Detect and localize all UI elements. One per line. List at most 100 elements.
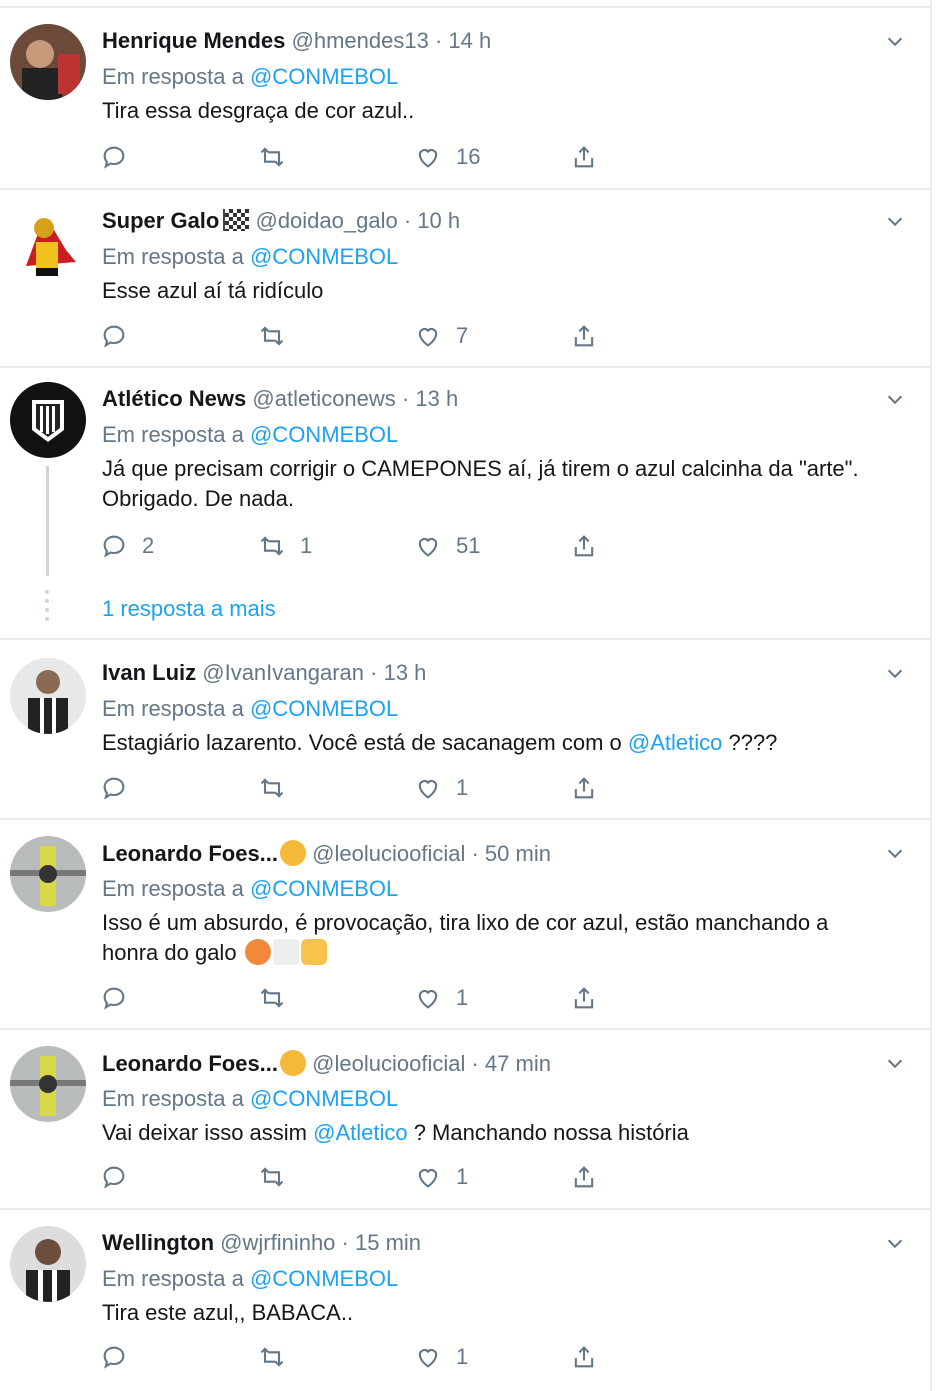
display-name[interactable]: Atlético News [102, 386, 246, 411]
share-button[interactable] [570, 321, 598, 351]
reply-mention-link[interactable]: @CONMEBOL [250, 64, 398, 89]
like-button[interactable]: 1 [414, 1162, 468, 1192]
share-button[interactable] [570, 983, 598, 1013]
reply-button[interactable] [100, 142, 142, 172]
reply-context: Em resposta a @CONMEBOL [102, 1086, 398, 1112]
display-name[interactable]: Super Galo [102, 208, 219, 233]
display-name[interactable]: Ivan Luiz [102, 660, 196, 685]
like-button[interactable]: 51 [414, 531, 480, 561]
tweet[interactable]: Wellington @wjrfininho · 15 min Em respo… [0, 1210, 930, 1391]
retweet-button[interactable] [258, 983, 300, 1013]
mention-link[interactable]: @Atletico [628, 730, 722, 755]
tweet[interactable]: Leonardo Foes... @leoluciooficial · 50 m… [0, 820, 930, 1030]
reply-mention-link[interactable]: @CONMEBOL [250, 244, 398, 269]
user-handle[interactable]: @doidao_galo [255, 208, 397, 233]
tweet-text-segment: ???? [722, 730, 778, 755]
reply-mention-link[interactable]: @CONMEBOL [250, 422, 398, 447]
retweet-icon [258, 984, 286, 1012]
tweet-text: Isso é um absurdo, é provocação, tira li… [102, 908, 907, 968]
retweet-icon [258, 1343, 286, 1371]
timestamp[interactable]: · 47 min [471, 1051, 550, 1076]
display-name[interactable]: Leonardo Foes... [102, 841, 278, 866]
share-button[interactable] [570, 773, 598, 803]
tweet-actions: 1 [100, 1342, 620, 1372]
like-button[interactable]: 1 [414, 983, 468, 1013]
mention-link[interactable]: @Atletico [313, 1120, 407, 1145]
reply-context: Em resposta a @CONMEBOL [102, 696, 398, 722]
avatar[interactable] [10, 1226, 86, 1302]
tweet[interactable]: Atlético News @atleticonews · 13 h Em re… [0, 368, 930, 640]
tweet-actions: 2 1 51 [100, 531, 620, 561]
display-name[interactable]: Wellington [102, 1230, 214, 1255]
avatar[interactable] [10, 836, 86, 912]
timestamp[interactable]: · 50 min [471, 841, 550, 866]
timestamp[interactable]: · 15 min [342, 1230, 421, 1255]
share-button[interactable] [570, 1342, 598, 1372]
reply-button[interactable] [100, 1162, 142, 1192]
chevron-down-icon[interactable] [884, 30, 906, 52]
reply-mention-link[interactable]: @CONMEBOL [250, 1266, 398, 1291]
chevron-down-icon[interactable] [884, 1052, 906, 1074]
reply-mention-link[interactable]: @CONMEBOL [250, 1086, 398, 1111]
tweet-text-line: Já que precisam corrigir o CAMEPONES aí,… [102, 456, 859, 481]
timestamp[interactable]: · 10 h [404, 208, 460, 233]
share-button[interactable] [570, 1162, 598, 1192]
fist-emoji-icon [300, 939, 327, 965]
avatar[interactable] [10, 206, 86, 282]
retweet-button[interactable] [258, 142, 300, 172]
avatar[interactable] [10, 1046, 86, 1122]
retweet-button[interactable] [258, 773, 300, 803]
heart-icon [414, 1163, 442, 1191]
reply-button[interactable] [100, 1342, 142, 1372]
reply-button[interactable] [100, 773, 142, 803]
avatar[interactable] [10, 24, 86, 100]
tweet-text: Já que precisam corrigir o CAMEPONES aí,… [102, 454, 907, 514]
display-name[interactable]: Leonardo Foes... [102, 1051, 278, 1076]
like-count: 1 [456, 985, 469, 1010]
reply-context: Em resposta a @CONMEBOL [102, 1266, 398, 1292]
like-button[interactable]: 1 [414, 1342, 468, 1372]
user-handle[interactable]: @IvanIvangaran [202, 660, 364, 685]
user-handle[interactable]: @leoluciooficial [312, 841, 465, 866]
chevron-down-icon[interactable] [884, 1232, 906, 1254]
chevron-down-icon[interactable] [884, 210, 906, 232]
user-handle[interactable]: @leoluciooficial [312, 1051, 465, 1076]
show-more-replies-link[interactable]: 1 resposta a mais [102, 596, 276, 622]
timestamp[interactable]: · 14 h [435, 28, 491, 53]
reply-button[interactable]: 2 [100, 531, 154, 561]
reply-icon [100, 532, 128, 560]
user-handle[interactable]: @hmendes13 [292, 28, 429, 53]
reply-button[interactable] [100, 321, 142, 351]
reply-prefix: Em resposta a [102, 1266, 244, 1291]
avatar[interactable] [10, 658, 86, 734]
like-button[interactable]: 7 [414, 321, 468, 351]
display-name[interactable]: Henrique Mendes [102, 28, 285, 53]
like-button[interactable]: 16 [414, 142, 480, 172]
crying-face-emoji-icon [280, 1050, 307, 1076]
avatar[interactable] [10, 382, 86, 458]
timestamp[interactable]: · 13 h [370, 660, 426, 685]
retweet-button[interactable] [258, 1162, 300, 1192]
chevron-down-icon[interactable] [884, 388, 906, 410]
timestamp[interactable]: · 13 h [402, 386, 458, 411]
like-button[interactable]: 1 [414, 773, 468, 803]
chevron-down-icon[interactable] [884, 842, 906, 864]
tweet[interactable]: Super Galo @doidao_galo · 10 h Em respos… [0, 190, 930, 368]
tweet-header: Wellington @wjrfininho · 15 min [102, 1230, 421, 1256]
chevron-down-icon[interactable] [884, 662, 906, 684]
retweet-button[interactable]: 1 [258, 531, 312, 561]
tweet[interactable]: Ivan Luiz @IvanIvangaran · 13 h Em respo… [0, 640, 930, 820]
reply-mention-link[interactable]: @CONMEBOL [250, 876, 398, 901]
retweet-button[interactable] [258, 1342, 300, 1372]
reply-prefix: Em resposta a [102, 422, 244, 447]
share-button[interactable] [570, 142, 598, 172]
reply-button[interactable] [100, 983, 142, 1013]
tweet[interactable]: Henrique Mendes @hmendes13 · 14 h Em res… [0, 8, 930, 190]
reply-mention-link[interactable]: @CONMEBOL [250, 696, 398, 721]
tweet[interactable]: Leonardo Foes... @leoluciooficial · 47 m… [0, 1030, 930, 1210]
user-handle[interactable]: @wjrfininho [220, 1230, 335, 1255]
tweet-text: Vai deixar isso assim @Atletico ? Mancha… [102, 1118, 907, 1148]
share-button[interactable] [570, 531, 598, 561]
user-handle[interactable]: @atleticonews [252, 386, 395, 411]
retweet-button[interactable] [258, 321, 300, 351]
